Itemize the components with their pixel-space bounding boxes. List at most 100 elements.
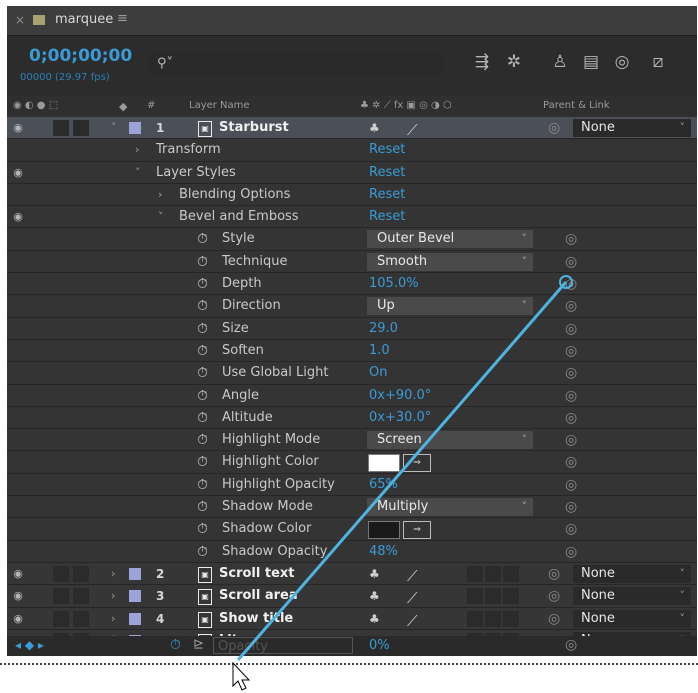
visibility-eye-icon[interactable]: ◉ — [11, 585, 25, 607]
property-dropdown[interactable]: Screen ˅ — [367, 431, 533, 450]
parent-dropdown[interactable]: None˅ — [573, 587, 691, 606]
layer-row-2[interactable]: ◉ › 2 ▣ Scroll text ♣ ⟋ ◎ None ˅ — [7, 562, 697, 586]
property-row-angle[interactable]: ⏱ Angle 0x+90.0° ◎ — [7, 384, 697, 407]
label-color-swatch[interactable] — [129, 612, 141, 625]
visibility-eye-icon[interactable]: ◉ — [11, 117, 25, 139]
current-time-display[interactable]: 0;00;00;00 — [29, 46, 132, 66]
property-value[interactable]: 0x+90.0° — [369, 385, 431, 407]
pickwhip-icon[interactable]: ◎ — [565, 637, 577, 653]
stopwatch-icon[interactable]: ⏱ — [197, 385, 208, 407]
property-row-sh_opacity[interactable]: ⏱ Shadow Opacity 48% ◎ — [7, 540, 697, 563]
stopwatch-icon[interactable]: ⏱ — [197, 251, 208, 273]
effect-switch[interactable] — [467, 610, 483, 627]
property-value[interactable]: 29.0 — [369, 318, 398, 340]
layer-search-input[interactable]: ⚲˅ — [147, 54, 445, 76]
stopwatch-icon[interactable]: ⏱ — [197, 474, 208, 496]
lock-switch[interactable] — [73, 610, 89, 627]
stopwatch-icon[interactable]: ⏱ — [197, 496, 208, 518]
property-dropdown[interactable]: Up ˅ — [367, 297, 533, 316]
frame-blending-icon[interactable]: ▤ — [579, 52, 603, 72]
pickwhip-icon[interactable]: ◎ — [565, 518, 577, 540]
property-row-hl_color[interactable]: ⏱ Highlight Color ⇒ ◎ — [7, 451, 697, 474]
layer-row-1[interactable]: ◉ ˅ 1 ▣ Starburst ♣ ⟋ ◎ None ˅ — [7, 117, 697, 141]
stopwatch-icon[interactable]: ⏱ — [197, 518, 208, 540]
property-row-technique[interactable]: ⏱ Technique Smooth ˅ ◎ — [7, 250, 697, 274]
quality-switch[interactable]: ⟋ — [407, 119, 418, 141]
pickwhip-icon[interactable]: ◎ — [565, 362, 577, 384]
solo-switch[interactable] — [53, 565, 69, 582]
color-swatch[interactable] — [368, 521, 400, 540]
lock-switch[interactable] — [73, 588, 89, 605]
property-row-bevel[interactable]: ◉ ˅ Bevel and Emboss Reset — [7, 206, 697, 229]
blend-switch[interactable] — [485, 588, 501, 605]
motion-blur-switch[interactable] — [503, 588, 519, 605]
chevron-right-icon[interactable]: › — [135, 139, 139, 161]
property-value[interactable]: 48% — [369, 541, 398, 563]
parent-pickwhip-icon[interactable]: ◎ — [548, 585, 560, 607]
effect-switch[interactable] — [467, 565, 483, 582]
motion-blur-icon[interactable]: ◎ — [610, 52, 634, 72]
property-row-hl_opacity[interactable]: ⏱ Highlight Opacity 65% ◎ — [7, 473, 697, 497]
stopwatch-icon[interactable]: ⏱ — [197, 318, 208, 340]
pickwhip-icon[interactable]: ◎ — [565, 318, 577, 340]
chevron-down-icon[interactable]: ˅ — [111, 117, 117, 139]
layer-row-3[interactable]: ◉ › 3 ▣ Scroll area ♣ ⟋ ◎ None ˅ — [7, 585, 697, 608]
layer-name[interactable]: Scroll area — [219, 585, 298, 607]
lock-switch[interactable] — [73, 565, 89, 582]
stopwatch-icon[interactable]: ⏱ — [170, 637, 181, 653]
reset-link[interactable]: Reset — [369, 162, 405, 184]
property-dropdown[interactable]: Multiply ˅ — [367, 498, 533, 517]
property-value[interactable]: 105.0% — [369, 273, 419, 295]
property-row-altitude[interactable]: ⏱ Altitude 0x+30.0° ◎ — [7, 406, 697, 430]
property-row-transform[interactable]: › Transform Reset — [7, 139, 697, 162]
pickwhip-icon[interactable]: ◎ — [565, 385, 577, 407]
parent-dropdown[interactable]: None˅ — [573, 119, 691, 137]
draft-3d-icon[interactable]: ✲ — [502, 52, 526, 72]
pickwhip-icon[interactable]: ◎ — [565, 228, 577, 250]
visibility-eye-icon[interactable]: ◉ — [11, 563, 25, 585]
property-search-field[interactable]: Opacity — [213, 637, 353, 654]
stopwatch-icon[interactable]: ⏱ — [197, 362, 208, 384]
visibility-eye-icon[interactable]: ◉ — [11, 162, 25, 184]
layer-name[interactable]: Starburst — [219, 117, 289, 139]
pickwhip-icon[interactable]: ◎ — [565, 429, 577, 451]
property-row-sh_color[interactable]: ⏱ Shadow Color ⇒ ◎ — [7, 518, 697, 541]
pickwhip-icon[interactable]: ◎ — [565, 251, 577, 273]
pickwhip-icon[interactable]: ◎ — [565, 295, 577, 317]
chevron-right-icon[interactable]: › — [111, 585, 115, 607]
stopwatch-icon[interactable]: ⏱ — [197, 429, 208, 451]
reset-link[interactable]: Reset — [369, 184, 405, 206]
stopwatch-icon[interactable]: ⏱ — [197, 295, 208, 317]
label-color-swatch[interactable] — [129, 567, 141, 580]
layer-name-header[interactable]: Layer Name — [189, 100, 250, 111]
blend-switch[interactable] — [485, 610, 501, 627]
visibility-eye-icon[interactable]: ◉ — [11, 206, 25, 228]
chevron-right-icon[interactable]: › — [111, 563, 115, 585]
pickwhip-icon[interactable]: ◎ — [565, 407, 577, 429]
property-row-hl_mode[interactable]: ⏱ Highlight Mode Screen ˅ ◎ — [7, 429, 697, 452]
keyframe-navigator[interactable]: ◂ ◆ ▸ — [15, 638, 44, 652]
chevron-down-icon[interactable]: ˅ — [158, 206, 164, 228]
graph-icon[interactable]: ⊵ — [193, 637, 204, 652]
pickwhip-icon[interactable]: ◎ — [565, 474, 577, 496]
stopwatch-icon[interactable]: ⏱ — [197, 541, 208, 563]
opacity-value[interactable]: 0% — [369, 638, 390, 653]
shy-switch[interactable]: ♣ — [369, 608, 380, 630]
chevron-right-icon[interactable]: › — [111, 608, 115, 630]
property-value[interactable]: 0x+30.0° — [369, 407, 431, 429]
shy-switch[interactable]: ♣ — [369, 563, 380, 585]
parent-pickwhip-icon[interactable]: ◎ — [548, 608, 560, 630]
property-row-sh_mode[interactable]: ⏱ Shadow Mode Multiply ˅ ◎ — [7, 496, 697, 519]
composition-tab-title[interactable]: marquee — [55, 12, 113, 27]
property-row-size[interactable]: ⏱ Size 29.0 ◎ — [7, 317, 697, 340]
reset-link[interactable]: Reset — [369, 206, 405, 228]
shy-switch[interactable]: ♣ — [369, 585, 380, 607]
color-swatch[interactable] — [368, 454, 400, 473]
motion-blur-switch[interactable] — [503, 610, 519, 627]
stopwatch-icon[interactable]: ⏱ — [197, 407, 208, 429]
pickwhip-icon[interactable]: ◎ — [565, 541, 577, 563]
pickwhip-icon[interactable]: ◎ — [565, 496, 577, 518]
label-color-swatch[interactable] — [129, 122, 141, 134]
parent-dropdown[interactable]: None˅ — [573, 609, 691, 628]
eyedropper-icon[interactable]: ⇒ — [403, 454, 431, 473]
